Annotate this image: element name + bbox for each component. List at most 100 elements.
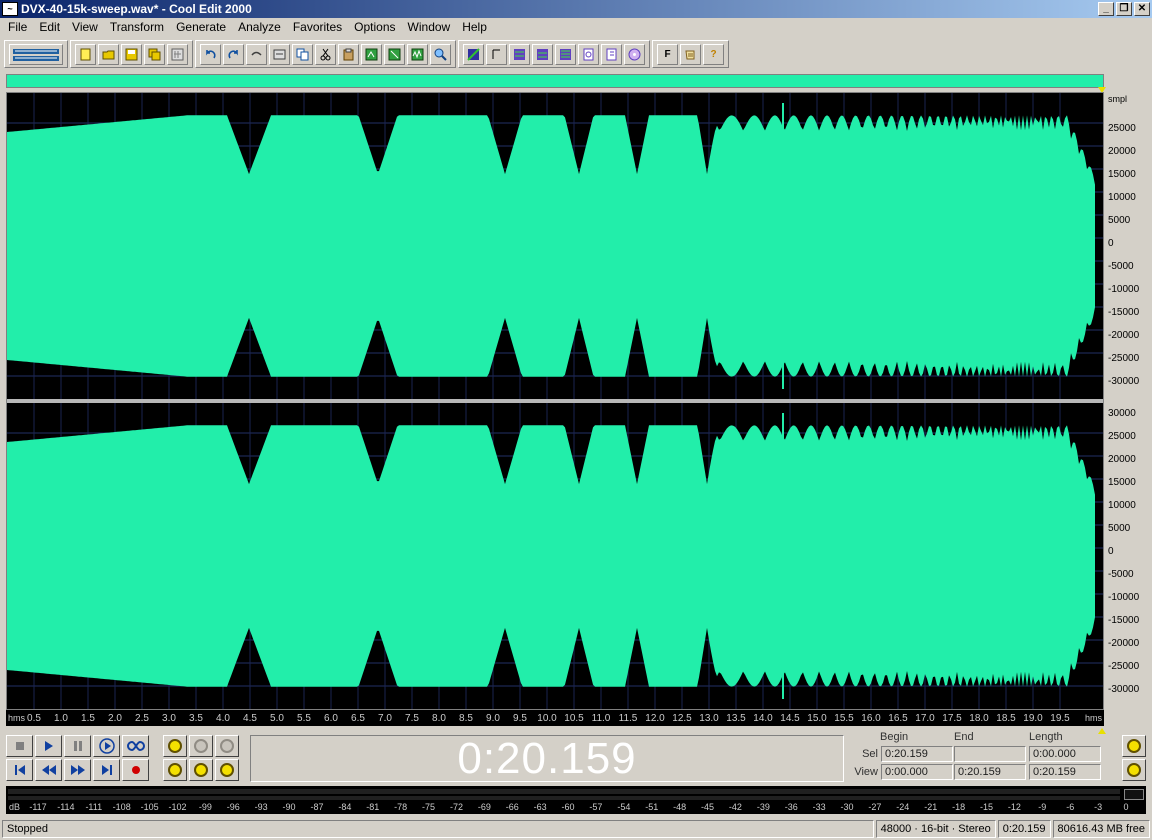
copy-to-new-button[interactable] <box>269 43 290 65</box>
stop-button[interactable] <box>6 735 33 757</box>
new-file-button[interactable] <box>75 43 96 65</box>
normalize-button[interactable] <box>532 43 553 65</box>
meter-tick-label: -105 <box>140 802 159 812</box>
view-end-field[interactable]: 0:20.159 <box>954 764 1026 780</box>
trim-button[interactable] <box>384 43 405 65</box>
skip-end-icon <box>101 765 112 775</box>
repeat-last-button[interactable] <box>246 43 267 65</box>
view-begin-field[interactable]: 0:00.000 <box>881 764 953 780</box>
ruler-tick-label: 0.5 <box>27 713 41 724</box>
level-meter[interactable]: dB -117 -114 -111 -108 -105 -102 -99 -96 -93 -90-… <box>6 786 1146 814</box>
ruler-tick-label: 18.0 <box>969 713 989 724</box>
ruler-tick-label: 18.5 <box>996 713 1016 724</box>
paste-button[interactable] <box>338 43 359 65</box>
play-button[interactable] <box>35 735 62 757</box>
meter-tick-label: -36 <box>784 802 798 812</box>
save-button[interactable] <box>121 43 142 65</box>
noise-icon <box>411 48 424 60</box>
file-grid-icon <box>171 48 184 60</box>
help-button[interactable]: ? <box>703 43 724 65</box>
record-button[interactable] <box>122 759 149 781</box>
menu-edit[interactable]: Edit <box>33 18 66 37</box>
mix-paste-button[interactable] <box>361 43 382 65</box>
meter-tick-label: -54 <box>617 802 631 812</box>
scale-unit: smpl <box>1108 94 1128 104</box>
menu-help[interactable]: Help <box>456 18 493 37</box>
menu-file[interactable]: File <box>2 18 33 37</box>
meter-tick-label: -15 <box>979 802 994 812</box>
sel-length-field[interactable]: 0:00.000 <box>1029 746 1101 762</box>
redo-button[interactable] <box>223 43 244 65</box>
overview-bar[interactable] <box>6 74 1104 88</box>
menu-analyze[interactable]: Analyze <box>232 18 287 37</box>
go-to-start-button[interactable] <box>6 759 33 781</box>
cd-player-button[interactable] <box>624 43 645 65</box>
menu-bar: File Edit View Transform Generate Analyz… <box>0 18 1152 37</box>
waveform-display[interactable] <box>6 92 1104 710</box>
time-display-value: 0:20.159 <box>457 733 637 783</box>
ruler-tick-label: 14.5 <box>780 713 800 724</box>
zoom-out-button[interactable] <box>189 735 213 757</box>
vertical-zoom-out-button[interactable] <box>1122 735 1146 757</box>
zoom-selection-button[interactable] <box>163 759 187 781</box>
restore-button[interactable]: ❐ <box>1116 2 1132 16</box>
go-to-end-button[interactable] <box>93 759 120 781</box>
app-icon[interactable]: ~ <box>2 2 18 16</box>
spectral-view-button[interactable] <box>463 43 484 65</box>
envelope-button[interactable] <box>486 43 507 65</box>
zoom-full-button[interactable] <box>215 735 239 757</box>
cut-button[interactable] <box>315 43 336 65</box>
amplify-button[interactable] <box>509 43 530 65</box>
zoom-magnify-button[interactable] <box>430 43 451 65</box>
right-channel-waveform[interactable] <box>7 403 1103 709</box>
envelope-icon <box>492 49 500 59</box>
dynamics-button[interactable] <box>555 43 576 65</box>
left-channel-waveform[interactable] <box>7 93 1103 399</box>
undo-button[interactable] <box>200 43 221 65</box>
rewind-button[interactable] <box>35 759 62 781</box>
play-to-end-button[interactable] <box>93 735 120 757</box>
open-file-button[interactable] <box>98 43 119 65</box>
menu-transform[interactable]: Transform <box>104 18 170 37</box>
favorites-button[interactable]: F <box>657 43 678 65</box>
sel-begin-field[interactable]: 0:20.159 <box>881 746 953 762</box>
meter-tick-label: -39 <box>756 802 770 812</box>
scale-label-bottom: 0 <box>1108 546 1114 557</box>
minimize-button[interactable]: _ <box>1098 2 1114 16</box>
copy-button[interactable] <box>292 43 313 65</box>
zoom-in-button[interactable] <box>163 735 187 757</box>
sel-end-field[interactable] <box>954 746 1026 762</box>
multitrack-toggle-button[interactable] <box>9 43 63 65</box>
fast-forward-button[interactable] <box>64 759 91 781</box>
generate-noise-button[interactable] <box>407 43 428 65</box>
loop-play-button[interactable] <box>122 735 149 757</box>
play-circle-icon <box>98 738 115 754</box>
properties-button[interactable] <box>601 43 622 65</box>
zoom-left-button[interactable] <box>189 759 213 781</box>
meter-tick-label: -24 <box>896 802 910 812</box>
menu-generate[interactable]: Generate <box>170 18 232 37</box>
save-as-button[interactable] <box>144 43 165 65</box>
menu-options[interactable]: Options <box>348 18 401 37</box>
trim-icon <box>388 48 401 60</box>
save-multiple-icon <box>148 48 161 60</box>
view-length-field[interactable]: 0:20.159 <box>1029 764 1101 780</box>
left-channel-svg <box>7 93 1103 399</box>
menu-view[interactable]: View <box>66 18 104 37</box>
ruler-tick-label: 4.5 <box>243 713 257 724</box>
filter-button[interactable] <box>578 43 599 65</box>
close-button[interactable]: ✕ <box>1134 2 1150 16</box>
menu-window[interactable]: Window <box>402 18 457 37</box>
zoom-right-button[interactable] <box>215 759 239 781</box>
pause-button[interactable] <box>64 735 91 757</box>
menu-favorites[interactable]: Favorites <box>287 18 348 37</box>
vertical-zoom-in-button[interactable] <box>1122 759 1146 781</box>
scale-label-top: 10000 <box>1108 192 1136 203</box>
scripts-button[interactable] <box>680 43 701 65</box>
time-ruler[interactable]: hms 0.5 1.0 1.5 2.0 2.5 3.0 3.5 4.0 4.5 5.0 5.5 6.0… <box>6 710 1104 726</box>
meter-tick-label: -90 <box>282 802 296 812</box>
close-file-button[interactable] <box>167 43 188 65</box>
scale-label-bottom: -30000 <box>1108 684 1140 695</box>
ruler-tick-label: 4.0 <box>216 713 230 724</box>
ruler-tick-label: 14.0 <box>753 713 773 724</box>
